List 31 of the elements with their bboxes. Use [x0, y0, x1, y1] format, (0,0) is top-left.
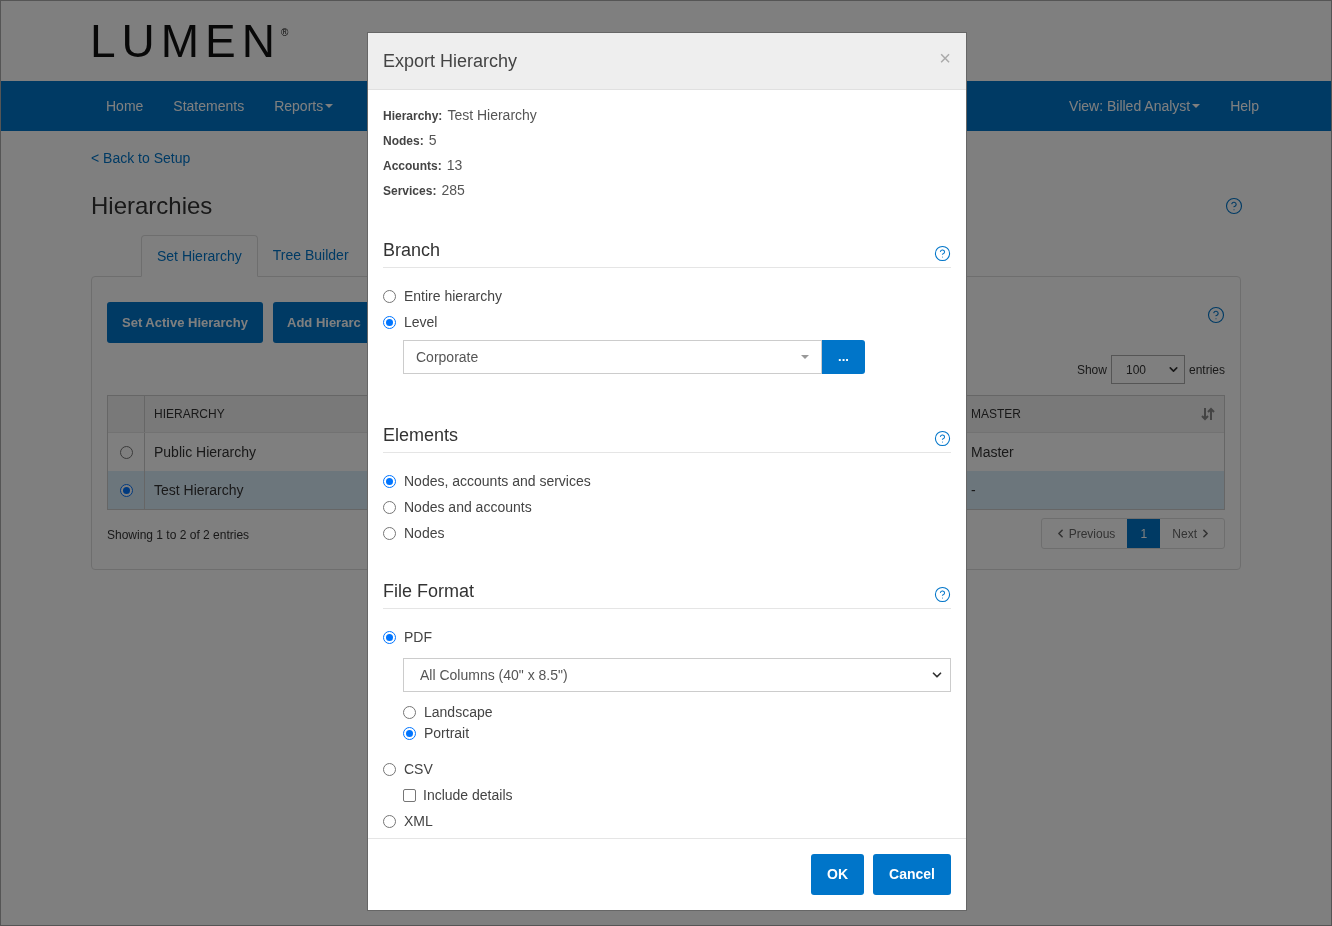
info-label: Nodes: — [383, 133, 424, 150]
option-label: Level — [404, 313, 438, 332]
table-cell-text: Public Hierarchy — [153, 442, 257, 462]
table-info: Showing 1 to 2 of 2 entries — [107, 527, 250, 544]
info-value: 13 — [446, 156, 463, 175]
option-label: Nodes — [404, 524, 445, 543]
info-value: Test Hierarchy — [447, 106, 537, 125]
registered-mark: ® — [281, 26, 289, 40]
info-label: Hierarchy: — [383, 108, 443, 125]
option-label: Entire hierarchy — [404, 287, 503, 306]
section-title: Branch — [383, 239, 441, 262]
option-label: CSV — [404, 760, 433, 779]
section-title: Elements — [383, 424, 459, 447]
option-label: Landscape — [424, 703, 493, 722]
option-label: Include details — [423, 786, 513, 805]
option-label: Nodes and accounts — [404, 498, 532, 517]
option-label: Nodes, accounts and services — [404, 472, 591, 491]
logo: LUMEN — [90, 18, 282, 64]
info-label: Accounts: — [383, 158, 442, 175]
entries-label: entries — [1188, 361, 1225, 379]
info-value: 5 — [428, 131, 437, 150]
option-label: Portrait — [424, 724, 470, 743]
option-label: PDF — [404, 628, 432, 647]
show-label: Show — [1076, 361, 1107, 379]
info-label: Services: — [383, 183, 437, 200]
option-label: XML — [404, 812, 433, 831]
table-cell-text: Test Hierarchy — [153, 480, 245, 500]
section-title: File Format — [383, 580, 474, 603]
page-title: Hierarchies — [91, 191, 213, 221]
dialog-title: Export Hierarchy — [383, 49, 518, 73]
info-value: 285 — [441, 181, 465, 200]
